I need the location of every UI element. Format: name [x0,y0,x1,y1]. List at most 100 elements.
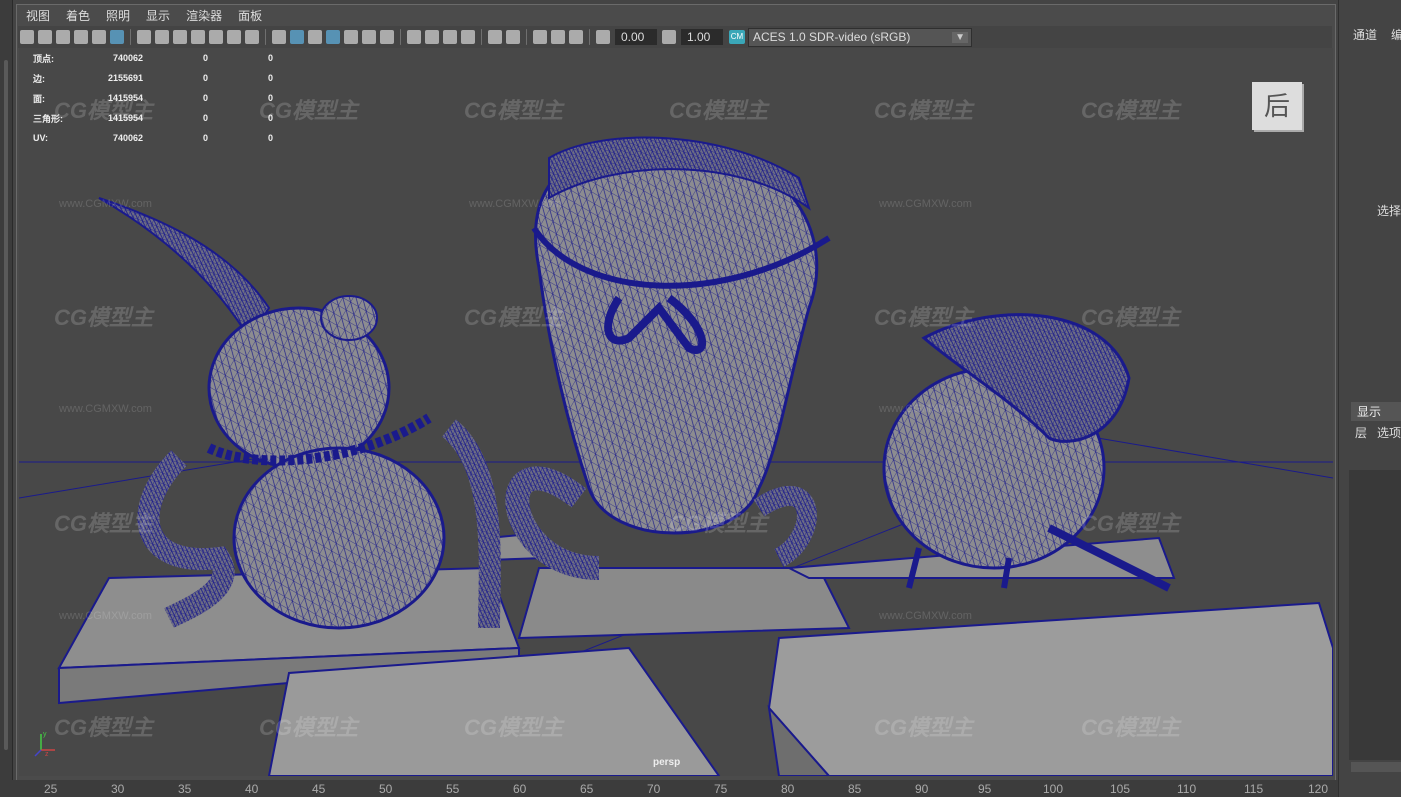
selection-label: 选择 [1377,204,1401,218]
axis-y-label: y [43,731,47,738]
image-plane-icon[interactable] [74,30,88,44]
left-scrollbar[interactable] [4,60,8,750]
watermark: CG模型主 [464,715,564,740]
watermark: CG模型主 [259,98,359,123]
ruler-tick-label: 85 [848,782,862,796]
toolbar-divider [526,29,527,45]
xray-active-icon[interactable] [551,30,565,44]
watermark: CG模型主 [1081,715,1181,740]
shadows-icon[interactable] [380,30,394,44]
menu-shading[interactable]: 着色 [66,7,90,24]
tab-channels[interactable]: 通道 [1353,28,1377,42]
watermark: CG模型主 [874,715,974,740]
watermark: CG模型主 [669,511,769,536]
watermark: CG模型主 [669,98,769,123]
ruler-tick-label: 75 [714,782,728,796]
watermark: CG模型主 [54,511,154,536]
toolbar-divider [400,29,401,45]
color-space-select[interactable]: ACES 1.0 SDR-video (sRGB) ▼ [748,27,972,47]
menu-lighting[interactable]: 照明 [106,7,130,24]
3d-viewport[interactable]: 顶点: 740062 0 0 边: 2155691 0 0 面: 1415954 0 0 三角形:… [19,48,1333,776]
default-material-icon[interactable] [308,30,322,44]
panel-toolbar: 0.00 1.00 CM ACES 1.0 SDR-video (sRGB) ▼ [18,26,1332,48]
bookmark-icon[interactable] [56,30,70,44]
menu-renderer[interactable]: 渲染器 [186,7,222,24]
toolbar-divider [481,29,482,45]
panel-menubar: 视图 着色 照明 显示 渲染器 面板 [18,5,270,25]
middle-character-body [534,140,819,535]
menu-options[interactable]: 选项 [1377,426,1401,440]
safe-title-icon[interactable] [245,30,259,44]
stat-row-vertices: 顶点: 740062 0 0 [33,53,273,64]
grid-icon[interactable] [137,30,151,44]
xray-joints-icon[interactable] [533,30,547,44]
watermark-url: www.CGMXW.com [59,610,152,622]
ruler-tick-label: 50 [379,782,393,796]
ruler-tick-label: 60 [513,782,527,796]
watermark-url: www.CGMXW.com [879,403,972,415]
field-chart-icon[interactable] [209,30,223,44]
watermark: CG模型主 [1081,305,1181,330]
left-character-ear [320,295,378,341]
safe-action-icon[interactable] [227,30,241,44]
ruler-tick-label: 90 [915,782,929,796]
ruler-tick-label: 120 [1308,782,1329,796]
layer-list[interactable] [1349,470,1401,760]
time-ruler[interactable]: 25 30 35 40 45 50 55 60 65 70 75 80 85 9… [0,780,1401,797]
anti-aliasing-icon[interactable] [443,30,457,44]
ruler-tick-label: 45 [312,782,326,796]
watermark: CG模型主 [259,715,359,740]
watermark-url: www.CGMXW.com [879,198,972,210]
textured-icon[interactable] [344,30,358,44]
menu-view[interactable]: 视图 [26,7,50,24]
exposure-field[interactable]: 0.00 [615,29,657,45]
resolution-gate-icon[interactable] [173,30,187,44]
layer-menu: 层选项 [1355,424,1401,441]
grease-pencil-icon[interactable] [92,30,106,44]
camera-attributes-icon[interactable] [38,30,52,44]
gamma-icon[interactable] [662,30,676,44]
menu-layers[interactable]: 层 [1355,426,1367,440]
screen-space-ao-icon[interactable] [407,30,421,44]
ruler-tick-label: 55 [446,782,460,796]
wireframe-on-shaded-icon[interactable] [326,30,340,44]
menu-panels[interactable]: 面板 [238,7,262,24]
smooth-shade-icon[interactable] [290,30,304,44]
use-all-lights-icon[interactable] [362,30,376,44]
viewport-scene [19,136,1333,776]
motion-blur-icon[interactable] [425,30,439,44]
viewcube[interactable]: 后 [1252,82,1302,130]
2d-pan-zoom-icon[interactable] [110,30,124,44]
depth-of-field-icon[interactable] [461,30,475,44]
menu-show[interactable]: 显示 [146,7,170,24]
platform-middle [517,567,851,640]
toolbar-divider [130,29,131,45]
wireframe-icon[interactable] [272,30,286,44]
watermark: CG模型主 [1081,98,1181,123]
ruler-tick-label: 110 [1177,782,1197,796]
ruler-tick-label: 25 [44,782,58,796]
ruler-tick-label: 40 [245,782,259,796]
tab-display[interactable]: 显示 [1351,402,1401,421]
exposure-icon[interactable] [596,30,610,44]
toolbar-divider [589,29,590,45]
xray-icon[interactable] [506,30,520,44]
color-management-icon[interactable]: CM [729,30,745,44]
layer-list-scrollbar[interactable] [1351,762,1401,772]
color-space-value: ACES 1.0 SDR-video (sRGB) [753,30,911,44]
watermark-url: www.CGMXW.com [879,610,972,622]
watermark: CG模型主 [54,98,154,123]
gate-mask-icon[interactable] [191,30,205,44]
backface-culling-icon[interactable] [569,30,583,44]
isolate-select-icon[interactable] [488,30,502,44]
watermark: CG模型主 [464,305,564,330]
watermark: CG模型主 [874,305,974,330]
gamma-field[interactable]: 1.00 [681,29,723,45]
stat-row-uvs: UV: 740062 0 0 [33,133,273,143]
tab-edit[interactable]: 编 [1391,28,1401,42]
stat-row-edges: 边: 2155691 0 0 [33,73,273,84]
camera-select-icon[interactable] [20,30,34,44]
film-gate-icon[interactable] [155,30,169,44]
ruler-tick-label: 100 [1043,782,1064,796]
ruler-tick-label: 80 [781,782,795,796]
